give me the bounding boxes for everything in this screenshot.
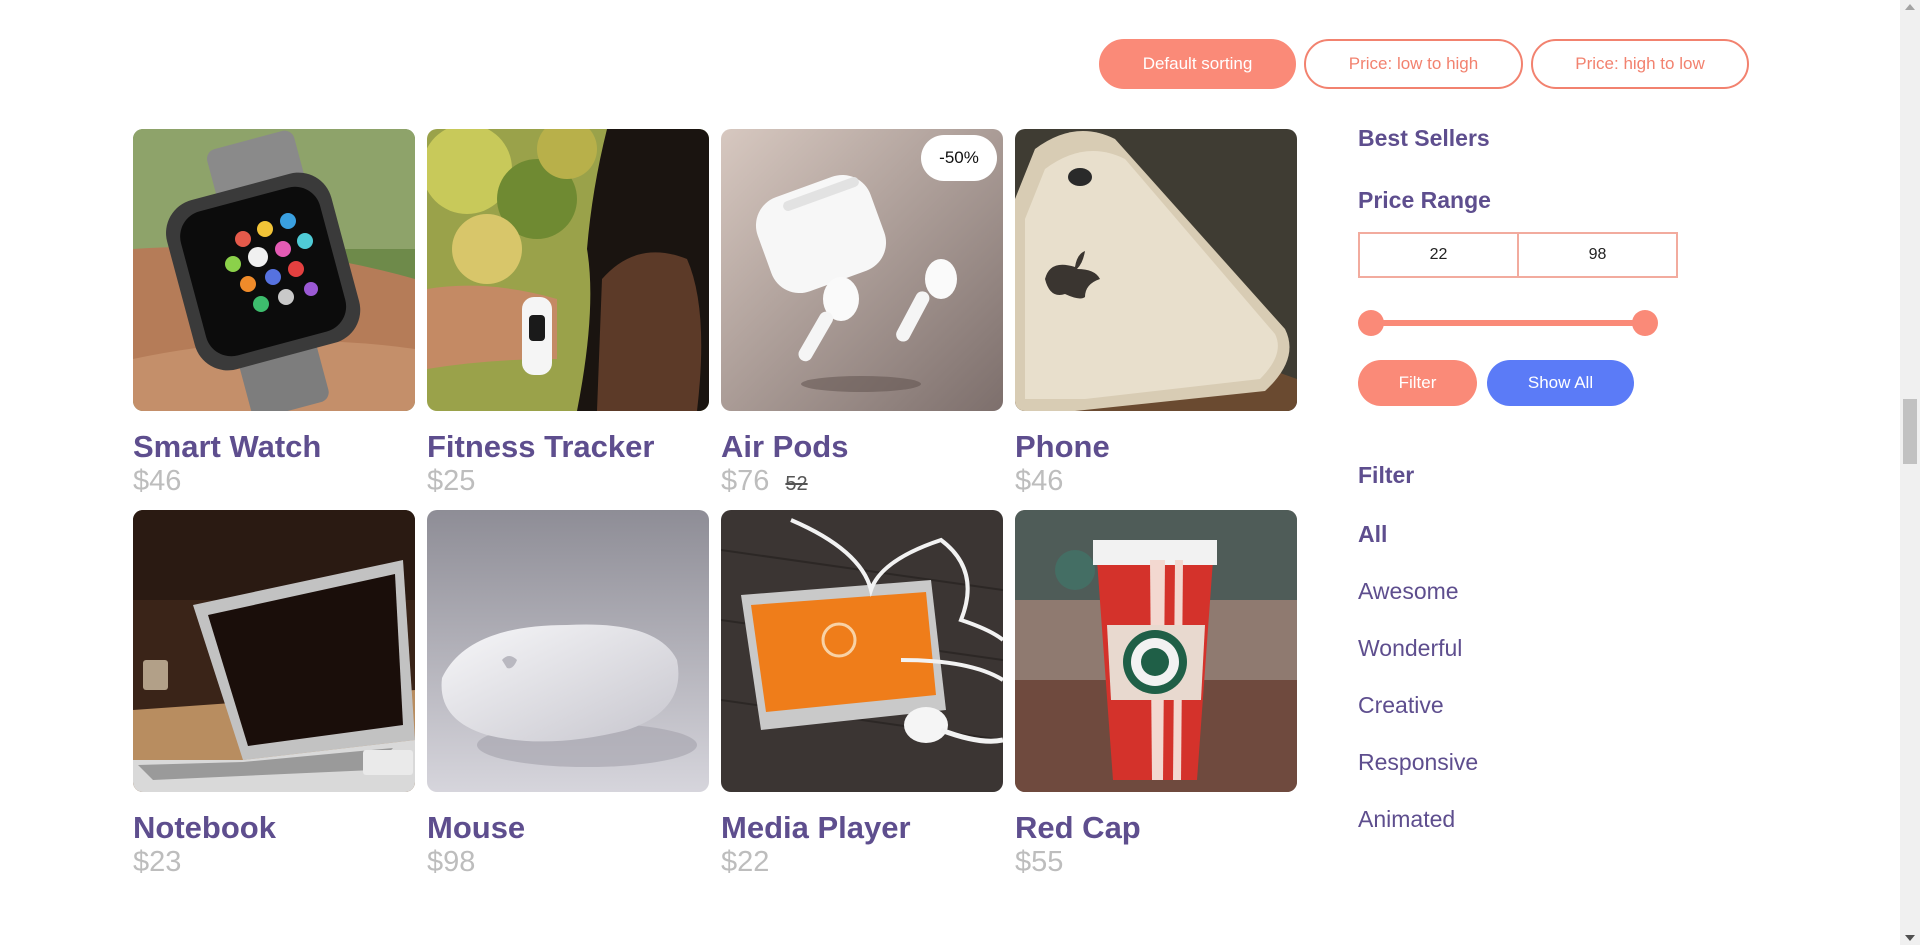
scroll-down-icon[interactable] xyxy=(1905,935,1915,941)
price-high-to-low-button[interactable]: Price: high to low xyxy=(1531,39,1749,89)
price-value: $23 xyxy=(133,846,182,878)
price-value: $55 xyxy=(1015,846,1064,878)
product-price: $46 xyxy=(1015,464,1297,498)
product-name[interactable]: Notebook xyxy=(133,811,415,845)
product-card[interactable]: Mouse $98 xyxy=(427,510,709,883)
price-low-to-high-button[interactable]: Price: low to high xyxy=(1304,39,1523,89)
product-grid: Smart Watch $46 Fitness Tracker $25 -50%… xyxy=(133,129,1297,883)
phone-image[interactable] xyxy=(1015,129,1297,411)
product-name[interactable]: Red Cap xyxy=(1015,811,1297,845)
default-sorting-button[interactable]: Default sorting xyxy=(1099,39,1296,89)
price-value: $25 xyxy=(427,465,476,497)
scroll-up-icon[interactable] xyxy=(1905,4,1915,10)
price-range-slider[interactable] xyxy=(1358,310,1658,336)
filter-heading: Filter xyxy=(1358,462,1415,488)
price-value: $76 xyxy=(721,465,770,497)
category-animated[interactable]: Animated xyxy=(1358,807,1698,864)
product-name[interactable]: Phone xyxy=(1015,430,1297,464)
price-value: $98 xyxy=(427,846,476,878)
product-price: $22 xyxy=(721,845,1003,879)
best-sellers-heading[interactable]: Best Sellers xyxy=(1358,125,1698,152)
product-price: $98 xyxy=(427,845,709,879)
notebook-image[interactable] xyxy=(133,510,415,792)
product-name[interactable]: Fitness Tracker xyxy=(427,430,709,464)
price-range-heading: Price Range xyxy=(1358,187,1491,213)
product-price: $55 xyxy=(1015,845,1297,879)
min-price-input[interactable]: 22 xyxy=(1360,234,1519,276)
product-card[interactable]: Smart Watch $46 xyxy=(133,129,415,502)
filter-buttons: Filter Show All xyxy=(1358,360,1698,406)
slider-min-handle[interactable] xyxy=(1358,310,1384,336)
product-price: $46 xyxy=(133,464,415,498)
category-creative[interactable]: Creative xyxy=(1358,693,1698,750)
air-pods-image[interactable]: -50% xyxy=(721,129,1003,411)
product-card[interactable]: Media Player $22 xyxy=(721,510,1003,883)
scroll-thumb[interactable] xyxy=(1903,399,1917,464)
product-card[interactable]: Phone $46 xyxy=(1015,129,1297,502)
fitness-tracker-image[interactable] xyxy=(427,129,709,411)
category-wonderful[interactable]: Wonderful xyxy=(1358,636,1698,693)
show-all-button[interactable]: Show All xyxy=(1487,360,1634,406)
price-value: $46 xyxy=(133,465,182,497)
product-card[interactable]: Red Cap $55 xyxy=(1015,510,1297,883)
slider-max-handle[interactable] xyxy=(1632,310,1658,336)
max-price-input[interactable]: 98 xyxy=(1519,234,1676,276)
sidebar: Best Sellers Price Range 22 98 Filter Sh… xyxy=(1358,125,1698,864)
product-price: $23 xyxy=(133,845,415,879)
red-cap-image[interactable] xyxy=(1015,510,1297,792)
product-card[interactable]: Notebook $23 xyxy=(133,510,415,883)
slider-track xyxy=(1370,320,1646,326)
category-list: All Awesome Wonderful Creative Responsiv… xyxy=(1358,522,1698,864)
filter-button[interactable]: Filter xyxy=(1358,360,1477,406)
price-value: $22 xyxy=(721,846,770,878)
smart-watch-image[interactable] xyxy=(133,129,415,411)
product-price: $76 52 xyxy=(721,464,1003,501)
mouse-image[interactable] xyxy=(427,510,709,792)
vertical-scrollbar[interactable] xyxy=(1900,0,1920,945)
product-card[interactable]: Fitness Tracker $25 xyxy=(427,129,709,502)
category-all[interactable]: All xyxy=(1358,522,1698,579)
category-responsive[interactable]: Responsive xyxy=(1358,750,1698,807)
product-name[interactable]: Air Pods xyxy=(721,430,1003,464)
product-name[interactable]: Media Player xyxy=(721,811,1003,845)
product-name[interactable]: Mouse xyxy=(427,811,709,845)
product-name[interactable]: Smart Watch xyxy=(133,430,415,464)
product-card[interactable]: -50% Air Pods $76 52 xyxy=(721,129,1003,502)
category-awesome[interactable]: Awesome xyxy=(1358,579,1698,636)
price-value: $46 xyxy=(1015,465,1064,497)
old-price: 52 xyxy=(785,473,808,495)
price-range-inputs: 22 98 xyxy=(1358,232,1678,278)
media-player-image[interactable] xyxy=(721,510,1003,792)
discount-badge: -50% xyxy=(921,135,997,181)
sort-bar: Default sorting Price: low to high Price… xyxy=(1099,39,1749,89)
product-price: $25 xyxy=(427,464,709,498)
